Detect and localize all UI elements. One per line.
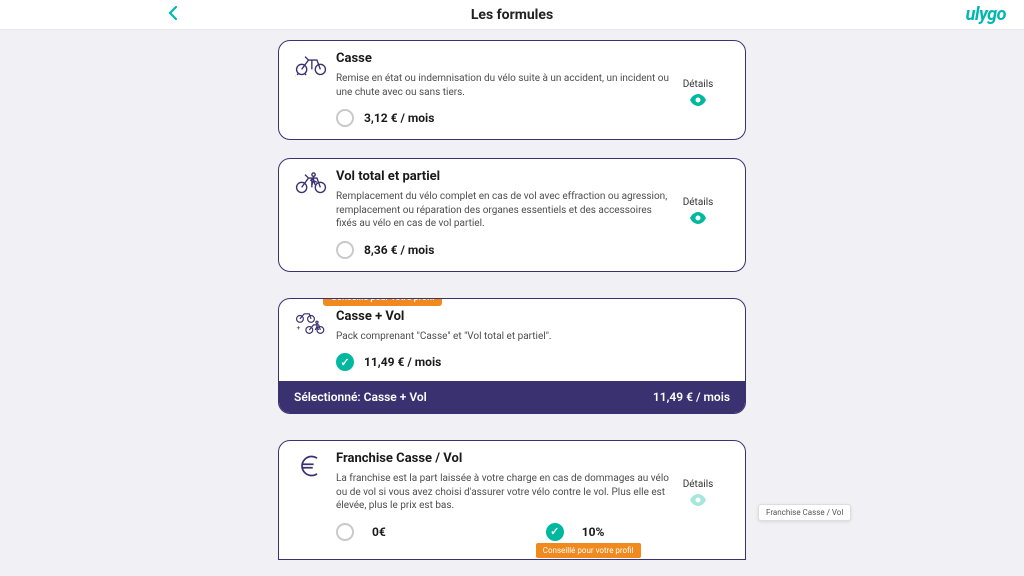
plan-price: 8,36 € / mois xyxy=(364,243,434,257)
plan-description: Pack comprenant "Casse" et "Vol total et… xyxy=(336,330,722,344)
selected-price: 11,49 € / mois xyxy=(653,390,730,404)
selection-summary-bar: Sélectionné: Casse + Vol 11,49 € / mois xyxy=(279,381,745,413)
plan-card-combo[interactable]: Conseillé pour votre profil + Casse + Vo… xyxy=(278,298,746,415)
eye-icon xyxy=(689,94,707,109)
recommended-badge: Conseillé pour votre profil xyxy=(323,298,442,306)
franchise-option-0[interactable]: 0€ xyxy=(336,523,386,541)
back-button[interactable] xyxy=(18,5,318,24)
radio-franchise-10[interactable] xyxy=(546,523,564,541)
radio-franchise-0[interactable] xyxy=(336,523,354,541)
franchise-card: Franchise Casse / Vol La franchise est l… xyxy=(278,440,746,560)
plan-price: 3,12 € / mois xyxy=(364,111,434,125)
content-area: Casse Remise en état ou indemnisation du… xyxy=(0,30,1024,560)
plan-title: Casse + Vol xyxy=(336,309,722,324)
plan-description: Remise en état ou indemnisation du vélo … xyxy=(336,72,674,99)
plan-price: 11,49 € / mois xyxy=(364,355,441,369)
bike-combo-icon: + xyxy=(294,309,336,337)
franchise-option-10[interactable]: 10% Conseillé pour votre profil xyxy=(546,523,605,541)
radio-vol[interactable] xyxy=(336,241,354,259)
tooltip: Franchise Casse / Vol xyxy=(758,504,851,521)
radio-casse[interactable] xyxy=(336,109,354,127)
franchise-title: Franchise Casse / Vol xyxy=(336,451,722,466)
page-title: Les formules xyxy=(471,7,553,23)
plan-card-vol[interactable]: Vol total et partiel Remplacement du vél… xyxy=(278,158,746,272)
details-button[interactable]: Détails xyxy=(674,190,722,234)
recommended-badge: Conseillé pour votre profil xyxy=(536,543,641,558)
euro-icon xyxy=(294,451,336,479)
details-button[interactable]: Détails xyxy=(674,72,722,116)
plan-description: Remplacement du vélo complet en cas de v… xyxy=(336,190,674,231)
brand-logo: ulygo xyxy=(966,4,1006,25)
bike-broken-icon xyxy=(294,51,336,79)
plan-title: Casse xyxy=(336,51,722,66)
header: Les formules ulygo xyxy=(0,0,1024,30)
plan-title: Vol total et partiel xyxy=(336,169,722,184)
selected-label: Sélectionné: Casse + Vol xyxy=(294,390,427,404)
bike-theft-icon xyxy=(294,169,336,197)
eye-icon xyxy=(689,212,707,227)
svg-text:+: + xyxy=(297,323,301,331)
radio-combo[interactable] xyxy=(336,353,354,371)
eye-icon xyxy=(689,494,707,509)
franchise-description: La franchise est la part laissée à votre… xyxy=(336,472,674,513)
plan-card-casse[interactable]: Casse Remise en état ou indemnisation du… xyxy=(278,40,746,140)
details-button[interactable]: Détails xyxy=(674,472,722,516)
